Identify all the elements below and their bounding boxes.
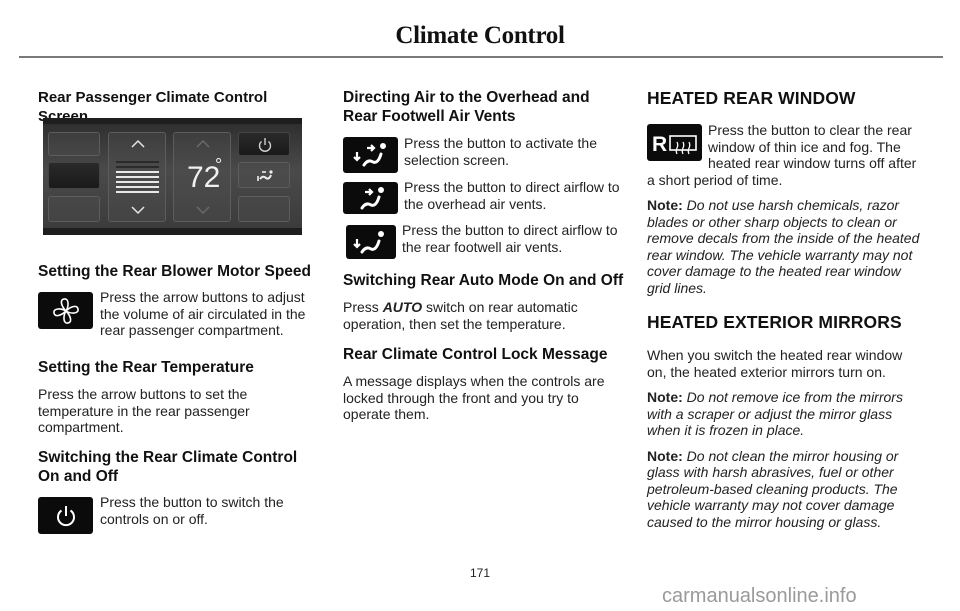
vent-button-icon-box: [343, 182, 398, 214]
section-heading-temperature: Setting the Rear Temperature: [38, 359, 254, 376]
temperature-section: Setting the Rear Temperature Press the a…: [38, 358, 318, 436]
column-middle: Directing Air to the Overhead and Rear F…: [343, 88, 628, 259]
power-icon: [258, 138, 272, 152]
power-button-icon-box: [38, 497, 93, 534]
fan-speed-bars-icon: [116, 139, 159, 215]
heated-rear-window-button-icon-box: R: [647, 124, 702, 161]
vent-item: Press the button to direct airflow to th…: [343, 222, 628, 259]
section-heading-blower: Setting the Rear Blower Motor Speed: [38, 263, 312, 280]
overhead-airflow-icon: [360, 187, 384, 210]
blower-section: Setting the Rear Blower Motor Speed Pres…: [38, 262, 318, 339]
screen-tile-blank-bottom: [48, 196, 100, 222]
vent-button-icon-box: [346, 225, 396, 259]
mirrors-description: When you switch the heated rear window o…: [647, 347, 903, 380]
screen-airflow-tile: [238, 162, 290, 188]
fan-icon: [52, 297, 79, 324]
onoff-description: Press the button to switch the controls …: [100, 494, 284, 527]
lock-description: A message displays when the controls are…: [343, 373, 605, 422]
airflow-icon: [257, 170, 273, 181]
temperature-degree: °: [215, 155, 223, 175]
page-number: 171: [470, 566, 491, 580]
blower-description: Press the arrow buttons to adjust the vo…: [100, 289, 306, 338]
auto-description: Press AUTO switch on rear automatic oper…: [343, 299, 578, 332]
fan-speed-control: [108, 132, 166, 222]
watermark: carmanualsonline.info: [662, 585, 857, 607]
auto-keyword: AUTO: [382, 299, 423, 315]
section-heading-mirrors: HEATED EXTERIOR MIRRORS: [647, 312, 902, 332]
column-right: HEATED REAR WINDOW R Press the button to…: [647, 87, 932, 296]
vent-button-icon-box: [343, 137, 398, 173]
temperature-control: 72 °: [173, 132, 231, 222]
temperature-description: Press the arrow buttons to set the tempe…: [38, 386, 250, 435]
mirrors-note-ice: Note: Do not remove ice from the mirrors…: [647, 389, 903, 438]
rear-window-block: R Press the button to clear the rear win…: [647, 122, 932, 188]
vent-item: Press the button to direct airflow to th…: [343, 179, 628, 214]
auto-mode-section: Switching Rear Auto Mode On and Off Pres…: [343, 271, 628, 332]
heated-mirrors-section: HEATED EXTERIOR MIRRORS When you switch …: [647, 311, 932, 530]
section-heading-onoff: Switching the Rear Climate Control On an…: [38, 449, 298, 485]
section-heading-rear-window: HEATED REAR WINDOW: [647, 88, 856, 108]
rear-climate-screen-image: 72 °: [43, 118, 302, 235]
screen-power-tile: [238, 132, 290, 156]
section-heading-lock: Rear Climate Control Lock Message: [343, 346, 608, 363]
onoff-section: Switching the Rear Climate Control On an…: [38, 448, 318, 534]
mirrors-note-cleaning: Note: Do not clean the mirror housing or…: [647, 447, 899, 530]
page-title: Climate Control: [395, 22, 565, 49]
power-icon: [56, 505, 75, 526]
overhead-and-footwell-airflow-icon: [352, 143, 386, 167]
footwell-airflow-icon: [353, 231, 384, 254]
screen-tile-selected: [48, 162, 100, 189]
vent-description: Press the button to direct airflow to th…: [402, 222, 618, 255]
vent-description: Press the button to direct airflow to th…: [404, 179, 620, 212]
screen-tile-blank-right: [238, 196, 290, 222]
screen-tile-blank-top: [48, 132, 100, 156]
fan-button-icon-box: [38, 292, 93, 329]
vent-description: Press the button to activate the selecti…: [404, 135, 598, 168]
vent-item: Press the button to activate the selecti…: [343, 135, 628, 173]
section-heading-vents: Directing Air to the Overhead and Rear F…: [343, 89, 590, 125]
lock-message-section: Rear Climate Control Lock Message A mess…: [343, 345, 628, 423]
heated-rear-window-letter: R: [652, 133, 667, 156]
section-heading-auto: Switching Rear Auto Mode On and Off: [343, 272, 624, 289]
title-divider: [19, 56, 943, 58]
rear-window-note: Note: Do not use harsh chemicals, razor …: [647, 197, 920, 296]
heated-rear-window-icon: R: [652, 133, 697, 156]
